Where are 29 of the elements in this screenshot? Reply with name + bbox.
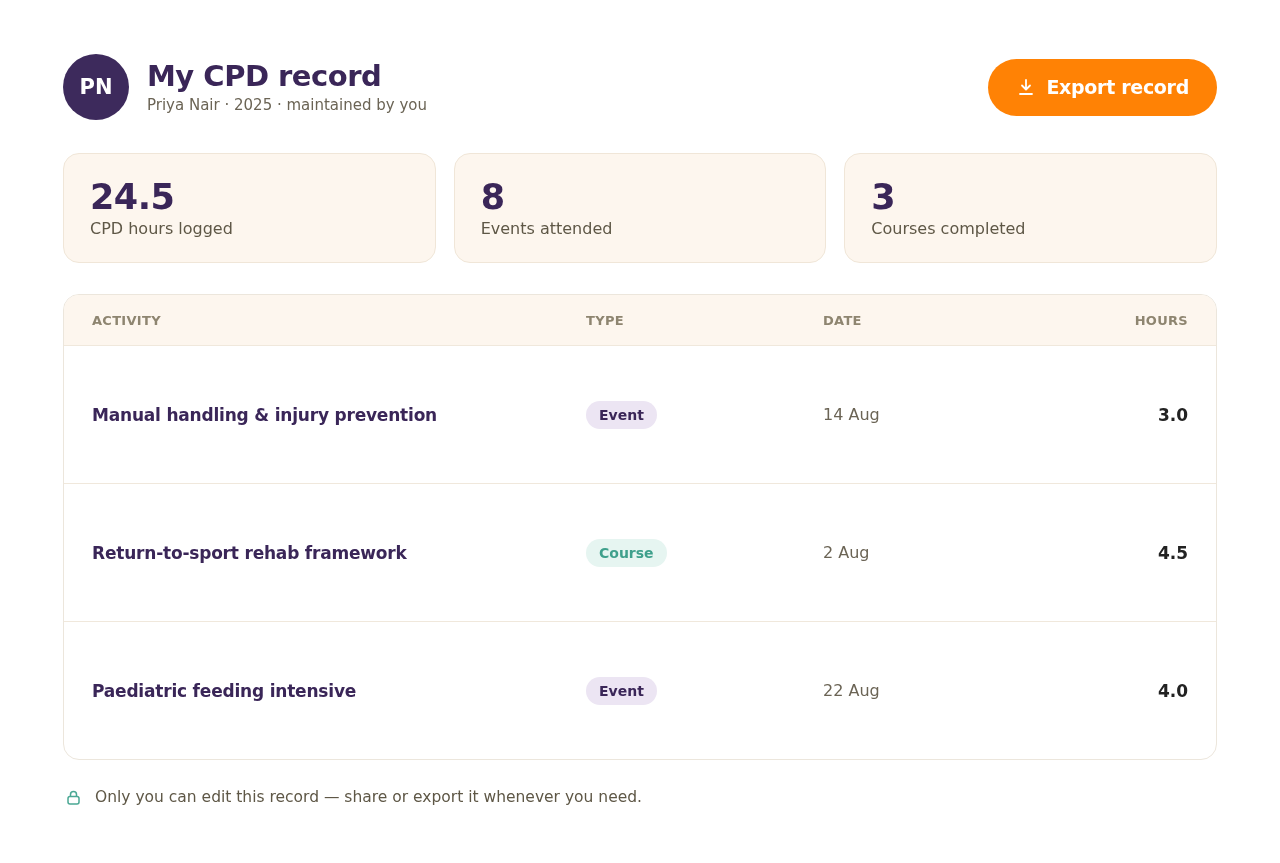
stat-label: Courses completed [871,218,1027,238]
activity-date: 2 Aug [823,543,871,562]
stat-value: 8 [480,178,506,217]
page-title: My CPD record [147,60,383,94]
column-header: TYPE [586,312,625,328]
avatar: PN [63,54,129,120]
stat-value: 3 [871,178,897,217]
stat-value: 24.5 [90,178,176,217]
activity-hours: 4.5 [1157,542,1188,563]
activity-name: Manual handling & injury prevention [92,404,439,425]
activity-hours: 3.0 [1157,404,1188,425]
activity-hours: 4.0 [1157,680,1188,701]
export-button[interactable]: Export record [988,58,1217,116]
download-icon [1018,79,1035,95]
lock-icon [67,789,80,805]
footer-note: Only you can edit this record — share or export it whenever you need. [95,788,642,806]
activity-name: Paediatric feeding intensive [92,680,358,701]
stat-label: Events attended [480,218,614,238]
activity-date: 14 Aug [823,405,881,424]
page-subtitle: Priya Nair · 2025 · maintained by you [147,95,427,114]
column-header: DATE [823,312,863,328]
column-header: ACTIVITY [92,312,162,328]
activity-name: Return-to-sport rehab framework [92,542,408,563]
stat-label: CPD hours logged [90,218,234,238]
column-header: HOURS [1134,312,1188,328]
type-tag: Event [586,676,657,705]
type-tag: Course [586,538,667,567]
activity-date: 22 Aug [823,681,881,700]
type-tag: Event [586,400,657,429]
